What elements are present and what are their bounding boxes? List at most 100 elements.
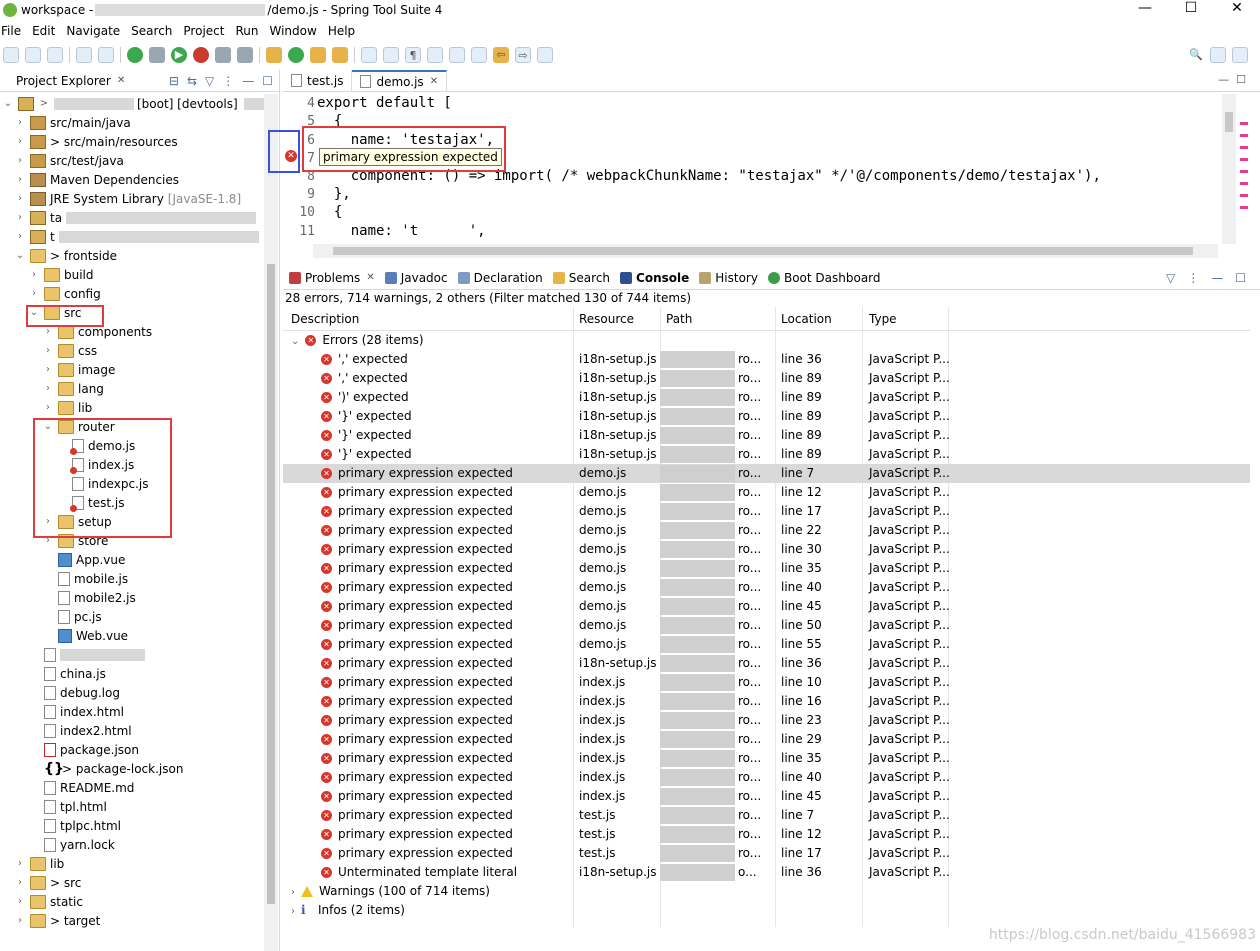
- chevron-down-icon[interactable]: ⌄: [14, 250, 26, 261]
- tab-console[interactable]: Console: [620, 271, 689, 285]
- tree-item[interactable]: › config: [28, 284, 101, 303]
- minimize-view-icon[interactable]: —: [1211, 271, 1223, 285]
- tree-item[interactable]: › lib: [14, 854, 64, 873]
- chevron-right-icon[interactable]: ›: [14, 877, 26, 888]
- table-row-selected[interactable]: ✕ primary expression expected demo.js ro...…: [283, 464, 1250, 483]
- table-row[interactable]: ✕ primary expression expected i18n-setup.j…: [283, 654, 1250, 673]
- tree-item[interactable]: debug.log: [44, 683, 120, 702]
- table-row[interactable]: ✕ primary expression expected index.js ro..…: [283, 673, 1250, 692]
- chevron-right-icon[interactable]: ›: [14, 117, 26, 128]
- tree-item[interactable]: {} > package-lock.json: [44, 759, 183, 778]
- expand-chevron-icon[interactable]: ⌄: [2, 98, 14, 109]
- collapse-all-icon[interactable]: ⊟: [169, 74, 179, 88]
- chevron-right-icon[interactable]: ›: [14, 155, 26, 166]
- last-edit-icon[interactable]: [471, 47, 487, 63]
- forward-icon[interactable]: ⇨: [515, 47, 531, 63]
- tree-item[interactable]: › src/test/java: [14, 151, 124, 170]
- table-row[interactable]: ✕ primary expression expected index.js ro..…: [283, 711, 1250, 730]
- tree-item[interactable]: tplpc.html: [44, 816, 121, 835]
- save-icon[interactable]: [25, 47, 41, 63]
- tree-item[interactable]: index2.html: [44, 721, 132, 740]
- chevron-right-icon[interactable]: ›: [28, 288, 40, 299]
- editor-vertical-scrollbar[interactable]: [1222, 94, 1236, 244]
- tree-item[interactable]: › lib: [42, 398, 92, 417]
- table-row[interactable]: ✕ primary expression expected index.js ro..…: [283, 730, 1250, 749]
- menu-edit[interactable]: Edit: [32, 24, 55, 38]
- new-class-icon[interactable]: [288, 47, 304, 63]
- table-row[interactable]: ✕ ')' expected i18n-setup.js ro... line 89 Ja…: [283, 388, 1250, 407]
- table-row[interactable]: ✕ primary expression expected demo.js ro...…: [283, 521, 1250, 540]
- table-row[interactable]: ✕ primary expression expected test.js ro...…: [283, 806, 1250, 825]
- view-menu-icon[interactable]: ⋮: [1187, 271, 1199, 285]
- table-row[interactable]: ✕ ',' expected i18n-setup.js ro... line 36 Ja…: [283, 350, 1250, 369]
- tree-item[interactable]: › image: [42, 360, 115, 379]
- table-row[interactable]: ✕ Unterminated template literal i18n-setup…: [283, 863, 1250, 882]
- chevron-right-icon[interactable]: ›: [42, 326, 54, 337]
- table-row[interactable]: ✕ '}' expected i18n-setup.js ro... line 89 Ja…: [283, 426, 1250, 445]
- table-row[interactable]: ✕ '}' expected i18n-setup.js ro... line 89 Ja…: [283, 445, 1250, 464]
- save-all-icon[interactable]: [47, 47, 63, 63]
- tree-item[interactable]: ⌄ > frontside: [14, 246, 117, 265]
- stop-icon[interactable]: [215, 47, 231, 63]
- next-annotation-icon[interactable]: [427, 47, 443, 63]
- filter-icon[interactable]: ▽: [205, 74, 214, 88]
- chevron-right-icon[interactable]: ›: [14, 136, 26, 147]
- project-explorer-tab[interactable]: Project Explorer ✕ ⊟ ⇆ ▽ ⋮ — ☐: [0, 70, 279, 92]
- tree-item[interactable]: › css: [42, 341, 97, 360]
- table-row[interactable]: ✕ primary expression expected demo.js ro...…: [283, 483, 1250, 502]
- terminal-icon[interactable]: [98, 47, 114, 63]
- chevron-right-icon[interactable]: ›: [42, 345, 54, 356]
- scrollbar-thumb[interactable]: [1225, 112, 1233, 132]
- table-row[interactable]: ✕ primary expression expected demo.js ro...…: [283, 597, 1250, 616]
- close-icon[interactable]: ✕: [430, 76, 438, 87]
- tree-item[interactable]: china.js: [44, 664, 106, 683]
- tree-item[interactable]: pc.js: [58, 607, 102, 626]
- menu-window[interactable]: Window: [269, 24, 316, 38]
- external-tools-icon[interactable]: [193, 47, 209, 63]
- column-location[interactable]: Location: [781, 312, 832, 326]
- table-row[interactable]: ✕ primary expression expected demo.js ro...…: [283, 578, 1250, 597]
- link-editor-icon[interactable]: ⇆: [187, 74, 197, 88]
- table-row[interactable]: ✕ ',' expected i18n-setup.js ro... line 89 Ja…: [283, 369, 1250, 388]
- back-icon[interactable]: ⇦: [493, 47, 509, 63]
- chevron-right-icon[interactable]: ›: [14, 212, 26, 223]
- table-row[interactable]: ✕ primary expression expected demo.js ro...…: [283, 502, 1250, 521]
- tab-demo-js[interactable]: demo.js ✕: [352, 70, 448, 91]
- open-perspective-icon[interactable]: [1210, 47, 1226, 63]
- chevron-right-icon[interactable]: ›: [14, 858, 26, 869]
- errors-group-row[interactable]: ⌄ ✕ Errors (28 items): [283, 331, 1250, 350]
- menu-run[interactable]: Run: [235, 24, 258, 38]
- tree-item[interactable]: › static: [14, 892, 83, 911]
- menu-help[interactable]: Help: [328, 24, 355, 38]
- tree-item[interactable]: › > src/main/resources: [14, 132, 178, 151]
- tree-item[interactable]: › > target: [14, 911, 100, 930]
- close-icon[interactable]: ✕: [366, 272, 374, 283]
- menu-project[interactable]: Project: [183, 24, 224, 38]
- build-icon[interactable]: [76, 47, 92, 63]
- chevron-right-icon[interactable]: ›: [42, 383, 54, 394]
- run-icon[interactable]: ▶: [171, 47, 187, 63]
- pin-editor-icon[interactable]: [537, 47, 553, 63]
- tab-javadoc[interactable]: Javadoc: [384, 271, 448, 285]
- deploy-icon[interactable]: [237, 47, 253, 63]
- tree-item[interactable]: Web.vue: [58, 626, 128, 645]
- search-icon[interactable]: 🔍: [1188, 47, 1204, 63]
- chevron-right-icon[interactable]: ›: [14, 193, 26, 204]
- boot-icon[interactable]: [127, 47, 143, 63]
- table-row[interactable]: ✕ primary expression expected index.js ro..…: [283, 692, 1250, 711]
- table-row[interactable]: ✕ primary expression expected index.js ro..…: [283, 787, 1250, 806]
- tree-item[interactable]: App.vue: [58, 550, 125, 569]
- table-row[interactable]: ✕ '}' expected i18n-setup.js ro... line 89 Ja…: [283, 407, 1250, 426]
- new-icon[interactable]: [3, 47, 19, 63]
- tree-item[interactable]: yarn.lock: [44, 835, 115, 854]
- menu-file[interactable]: File: [1, 24, 21, 38]
- chevron-right-icon[interactable]: ›: [28, 269, 40, 280]
- overview-ruler[interactable]: [1238, 94, 1250, 224]
- tree-item[interactable]: › build: [28, 265, 94, 284]
- menu-navigate[interactable]: Navigate: [66, 24, 120, 38]
- tree-item[interactable]: index.html: [44, 702, 124, 721]
- tree-item[interactable]: mobile.js: [58, 569, 128, 588]
- warnings-group-row[interactable]: › Warnings (100 of 714 items): [283, 882, 1250, 901]
- debug-icon[interactable]: [149, 47, 165, 63]
- tree-item[interactable]: tpl.html: [44, 797, 107, 816]
